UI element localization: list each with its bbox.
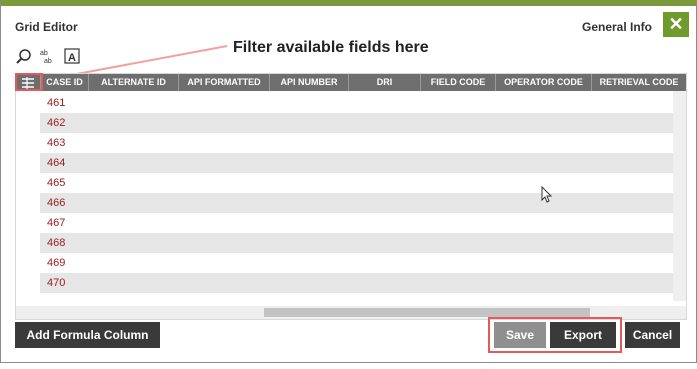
- export-button[interactable]: Export: [550, 322, 616, 348]
- column-header[interactable]: API NUMBER: [269, 74, 348, 91]
- column-header[interactable]: CASE ID: [40, 74, 88, 91]
- data-grid: CASE ID ALTERNATE ID API FORMATTED API N…: [15, 73, 687, 320]
- table-row[interactable]: 461: [40, 93, 686, 113]
- table-row[interactable]: 469: [40, 253, 686, 273]
- cancel-button[interactable]: Cancel: [625, 322, 680, 348]
- mouse-cursor-icon: [541, 186, 553, 203]
- horizontal-scroll-thumb[interactable]: [264, 308, 590, 317]
- column-header[interactable]: ALTERNATE ID: [88, 74, 178, 91]
- column-header[interactable]: OPERATOR CODE: [495, 74, 591, 91]
- table-row[interactable]: 464: [40, 153, 686, 173]
- filter-highlight: [15, 73, 43, 91]
- grid-rows: 461 462 463 464 465 466 467 468 469 470: [40, 93, 686, 293]
- column-header[interactable]: FIELD CODE: [420, 74, 495, 91]
- vertical-scrollbar[interactable]: [673, 91, 686, 301]
- save-button[interactable]: Save: [494, 322, 546, 348]
- table-row[interactable]: 465: [40, 173, 686, 193]
- grid-header: CASE ID ALTERNATE ID API FORMATTED API N…: [16, 74, 686, 91]
- table-row[interactable]: 462: [40, 113, 686, 133]
- column-header[interactable]: DRI: [348, 74, 420, 91]
- table-row[interactable]: 470: [40, 273, 686, 293]
- table-row[interactable]: 463: [40, 133, 686, 153]
- table-row[interactable]: 468: [40, 233, 686, 253]
- column-header[interactable]: API FORMATTED: [178, 74, 269, 91]
- column-header[interactable]: RETRIEVAL CODE: [591, 74, 686, 91]
- table-row[interactable]: 467: [40, 213, 686, 233]
- callout-text: Filter available fields here: [233, 39, 429, 56]
- add-formula-column-button[interactable]: Add Formula Column: [15, 322, 160, 348]
- grid-editor-window: Grid Editor General Info ✕ ab ab A Filte…: [0, 0, 697, 363]
- table-row[interactable]: 466: [40, 193, 686, 213]
